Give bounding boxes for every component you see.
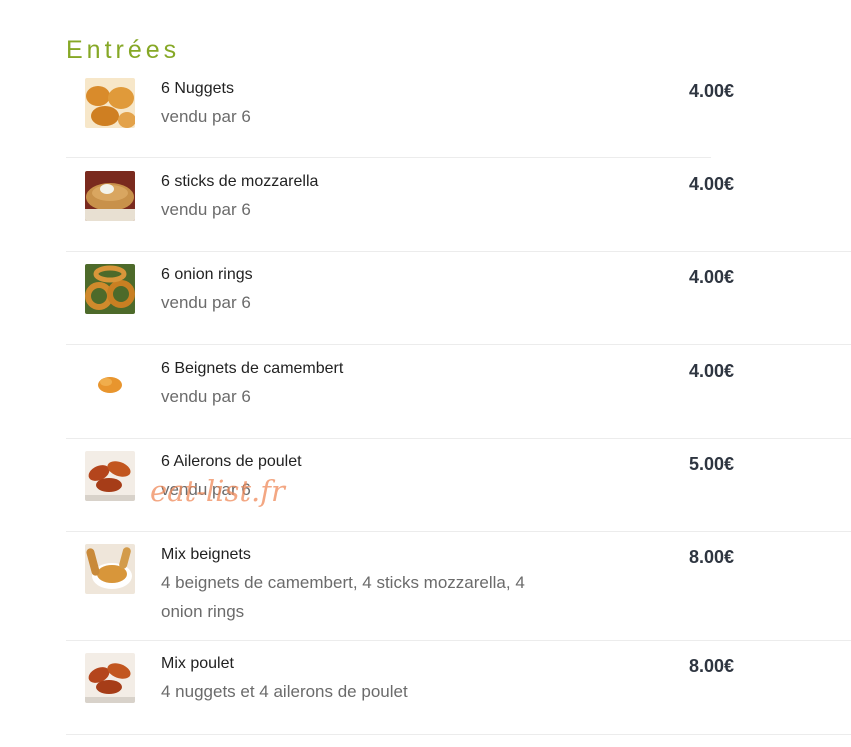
item-name: Mix poulet	[161, 655, 234, 672]
item-name: 6 Nuggets	[161, 80, 234, 97]
onion-rings-icon	[85, 264, 135, 314]
item-price: 8.00€	[689, 656, 735, 676]
chicken-wings-icon	[85, 451, 135, 501]
item-price: 4.00€	[689, 81, 735, 101]
item-name: 6 sticks de mozzarella	[161, 173, 319, 190]
mix-poulet-icon	[85, 653, 135, 703]
item-price: 4.00€	[689, 174, 735, 194]
item-name: 6 Beignets de camembert	[161, 360, 344, 377]
menu-item[interactable]: 6 Nuggets vendu par 6 4.00€	[66, 78, 734, 158]
item-description: vendu par 6	[161, 107, 251, 126]
mix-beignets-icon	[85, 544, 135, 594]
item-description: vendu par 6	[161, 200, 251, 219]
item-description: vendu par 6	[161, 387, 251, 406]
watermark: eat-list.fr	[150, 474, 285, 508]
item-name: Mix beignets	[161, 546, 251, 563]
item-description: vendu par 6	[161, 293, 251, 312]
item-description: 4 beignets de camembert, 4 sticks mozzar…	[161, 573, 525, 621]
item-description: 4 nuggets et 4 ailerons de poulet	[161, 682, 408, 701]
item-price: 5.00€	[689, 454, 735, 474]
menu-item[interactable]: Mix beignets 4 beignets de camembert, 4 …	[66, 544, 851, 641]
menu-item[interactable]: 6 sticks de mozzarella vendu par 6 4.00€	[66, 171, 851, 252]
section-title: Entrées	[66, 36, 181, 64]
item-price: 4.00€	[689, 361, 735, 381]
item-name: 6 onion rings	[161, 266, 253, 283]
item-name: 6 Ailerons de poulet	[161, 453, 302, 470]
item-price: 8.00€	[689, 547, 735, 567]
menu-item[interactable]: 6 onion rings vendu par 6 4.00€	[66, 264, 851, 345]
camembert-beignets-icon	[85, 358, 135, 408]
nuggets-icon	[85, 78, 135, 128]
item-price: 4.00€	[689, 267, 735, 287]
menu-item[interactable]: 6 Beignets de camembert vendu par 6 4.00…	[66, 358, 851, 439]
menu-item[interactable]: Mix poulet 4 nuggets et 4 ailerons de po…	[66, 653, 851, 735]
mozzarella-sticks-icon	[85, 171, 135, 221]
